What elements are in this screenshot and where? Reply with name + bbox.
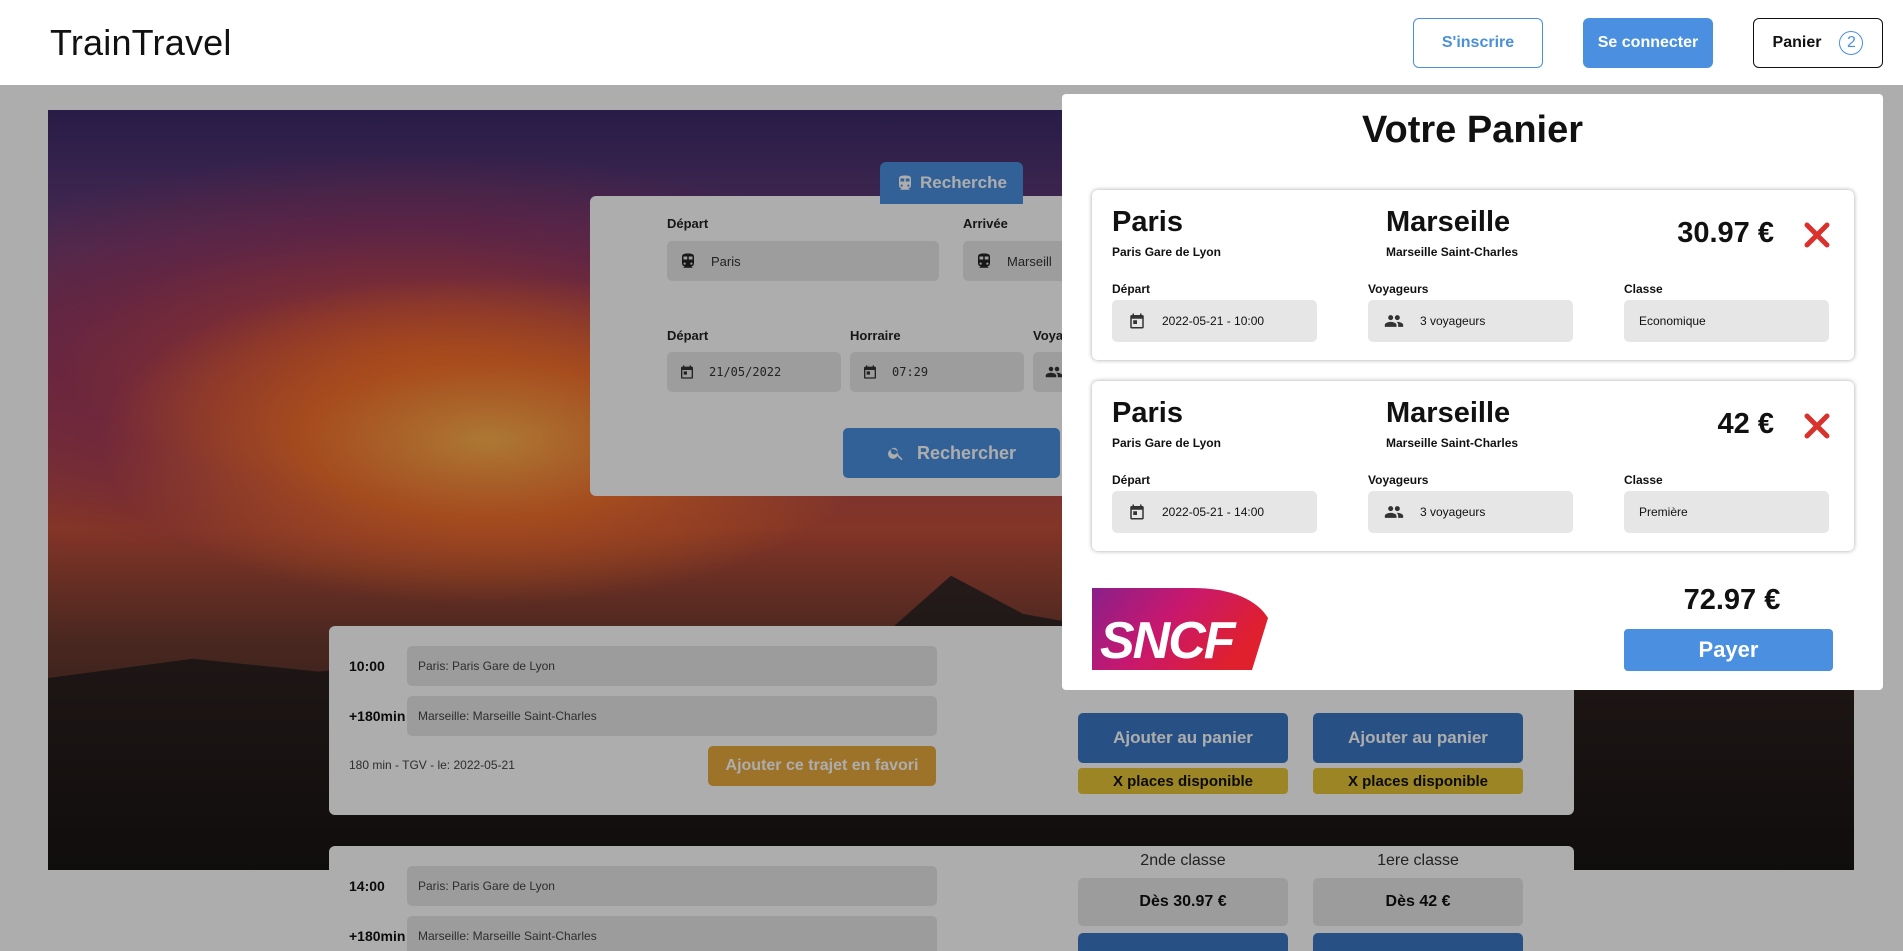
class-field: Economique	[1624, 300, 1829, 342]
brand-logo[interactable]: TrainTravel	[50, 22, 232, 64]
to-city: Marseille	[1386, 206, 1511, 238]
cart-item: Paris Paris Gare de Lyon Marseille Marse…	[1092, 381, 1854, 551]
travellers-value: 3 voyageurs	[1420, 314, 1486, 328]
class-value: Première	[1639, 505, 1688, 519]
class-label: Classe	[1624, 473, 1663, 487]
sncf-logo: SNCF	[1092, 588, 1268, 670]
remove-item-icon[interactable]	[1802, 220, 1832, 250]
depart-value: 2022-05-21 - 10:00	[1162, 314, 1265, 328]
cart-button[interactable]: Panier 2	[1753, 18, 1883, 68]
class-field: Première	[1624, 491, 1829, 533]
to-station: Marseille Saint-Charles	[1386, 436, 1519, 450]
from-city: Paris	[1112, 206, 1183, 238]
people-icon	[1384, 315, 1404, 327]
travellers-field: 3 voyageurs	[1368, 491, 1573, 533]
cart-count-badge: 2	[1839, 31, 1864, 55]
cart-item: Paris Paris Gare de Lyon Marseille Marse…	[1092, 190, 1854, 360]
to-station: Marseille Saint-Charles	[1386, 245, 1519, 259]
from-station: Paris Gare de Lyon	[1112, 245, 1221, 259]
to-city: Marseille	[1386, 397, 1511, 429]
signup-button[interactable]: S'inscrire	[1413, 18, 1543, 68]
item-price: 30.97 €	[1677, 217, 1774, 249]
remove-item-icon[interactable]	[1802, 411, 1832, 441]
item-price: 42 €	[1717, 408, 1774, 440]
travellers-label: Voyageurs	[1368, 473, 1429, 487]
calendar-icon	[1130, 313, 1144, 329]
svg-text:SNCF: SNCF	[1100, 612, 1237, 670]
login-button[interactable]: Se connecter	[1583, 18, 1713, 68]
depart-label: Départ	[1112, 282, 1151, 296]
class-value: Economique	[1639, 314, 1706, 328]
people-icon	[1384, 506, 1404, 518]
depart-value: 2022-05-21 - 14:00	[1162, 505, 1265, 519]
top-navbar: TrainTravel S'inscrire Se connecter Pani…	[0, 0, 1903, 85]
pay-button[interactable]: Payer	[1624, 629, 1833, 671]
depart-field: 2022-05-21 - 14:00	[1112, 491, 1317, 533]
from-station: Paris Gare de Lyon	[1112, 436, 1221, 450]
cart-panel: Votre Panier Paris Paris Gare de Lyon Ma…	[1062, 94, 1883, 690]
travellers-label: Voyageurs	[1368, 282, 1429, 296]
calendar-icon	[1130, 504, 1144, 520]
depart-field: 2022-05-21 - 10:00	[1112, 300, 1317, 342]
class-label: Classe	[1624, 282, 1663, 296]
cart-button-label: Panier	[1772, 34, 1822, 51]
travellers-field: 3 voyageurs	[1368, 300, 1573, 342]
cart-total: 72.97 €	[1683, 584, 1781, 616]
travellers-value: 3 voyageurs	[1420, 505, 1486, 519]
depart-label: Départ	[1112, 473, 1151, 487]
cart-title: Votre Panier	[1361, 109, 1584, 151]
from-city: Paris	[1112, 397, 1183, 429]
